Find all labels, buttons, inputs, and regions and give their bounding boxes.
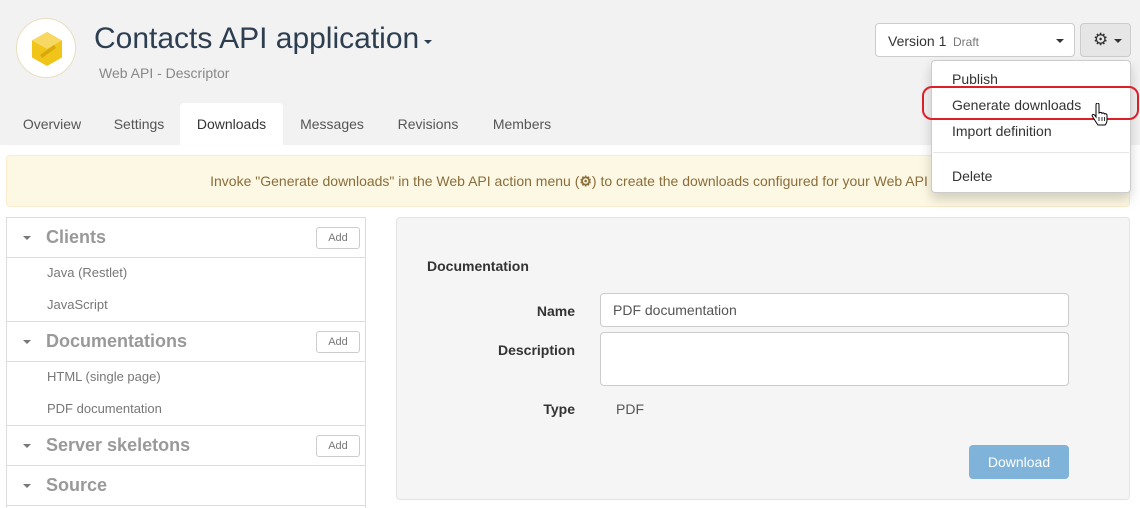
type-label: Type [543, 401, 575, 417]
download-button[interactable]: Download [969, 445, 1069, 479]
group-title: Source [46, 475, 108, 495]
collapse-caret-icon[interactable] [23, 444, 31, 448]
web-api-action-menu-button[interactable]: ⚙ [1080, 23, 1131, 57]
version-status: Draft [953, 35, 980, 49]
page-title[interactable]: Contacts API application [94, 22, 419, 56]
tab-downloads[interactable]: Downloads [180, 103, 283, 145]
hexagon-logo-icon [32, 32, 62, 66]
sidebar-item-java-restlet[interactable]: Java (Restlet) [47, 265, 127, 280]
group-title: Server skeletons [46, 435, 191, 455]
sidebar-group-documentations[interactable]: Documentations Add [7, 322, 365, 362]
sidebar-group-source[interactable]: Source [7, 466, 365, 506]
caret-down-icon [1114, 39, 1122, 43]
hand-cursor-icon [1091, 103, 1108, 126]
version-label: Version 1 [888, 33, 947, 49]
collapse-caret-icon[interactable] [23, 340, 31, 344]
add-documentation-button[interactable]: Add [316, 331, 360, 353]
collapse-caret-icon[interactable] [23, 484, 31, 488]
group-title: Clients [46, 227, 107, 247]
alert-text-after: ) to create the downloads configured for… [591, 173, 928, 189]
chevron-down-icon [1056, 39, 1064, 43]
sidebar-item-javascript[interactable]: JavaScript [47, 297, 108, 312]
tab-revisions[interactable]: Revisions [381, 103, 475, 145]
description-textarea[interactable] [600, 332, 1069, 386]
menu-item-import-definition[interactable]: Import definition [952, 123, 1052, 139]
menu-item-publish[interactable]: Publish [952, 71, 998, 87]
tab-overview[interactable]: Overview [6, 103, 98, 145]
description-label: Description [497, 342, 575, 358]
tab-members[interactable]: Members [475, 103, 569, 145]
documentation-detail-panel: Documentation Name PDF documentation Des… [396, 217, 1130, 500]
name-input[interactable]: PDF documentation [600, 293, 1069, 327]
title-dropdown-caret-icon[interactable] [424, 40, 432, 44]
downloads-sidebar: Clients Add Java (Restlet) JavaScript Do… [6, 217, 366, 508]
menu-divider [933, 152, 1129, 153]
tab-settings[interactable]: Settings [98, 103, 180, 145]
menu-item-delete[interactable]: Delete [952, 168, 992, 184]
name-label: Name [536, 303, 575, 319]
alert-text-before: Invoke "Generate downloads" in the Web A… [210, 173, 580, 189]
gear-icon: ⚙ [579, 173, 592, 189]
sidebar-item-html-single-page[interactable]: HTML (single page) [47, 369, 161, 384]
sidebar-item-pdf-documentation[interactable]: PDF documentation [47, 401, 162, 416]
add-client-button[interactable]: Add [316, 227, 360, 249]
sidebar-group-clients[interactable]: Clients Add [7, 218, 365, 258]
app-logo [16, 18, 76, 78]
group-title: Documentations [46, 331, 188, 351]
page-subtitle: Web API - Descriptor [99, 65, 230, 81]
version-select[interactable]: Version 1 Draft [875, 23, 1075, 57]
gear-icon: ⚙ [1093, 30, 1109, 49]
section-title: Documentation [427, 258, 529, 274]
collapse-caret-icon[interactable] [23, 236, 31, 240]
sidebar-group-server-skeletons[interactable]: Server skeletons Add [7, 426, 365, 466]
tab-messages[interactable]: Messages [283, 103, 381, 145]
add-server-skeleton-button[interactable]: Add [316, 435, 360, 457]
type-value: PDF [616, 401, 644, 417]
